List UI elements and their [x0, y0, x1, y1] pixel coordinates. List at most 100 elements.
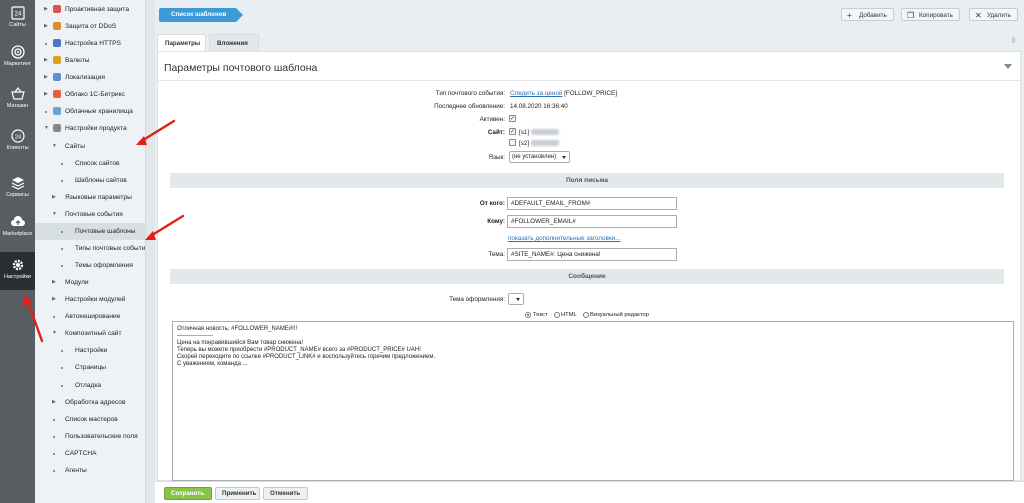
tree-item[interactable]: ▼ Настройки продукта: [35, 120, 146, 137]
tree-item-label: Автокеширование: [65, 313, 121, 321]
mode-text-radio[interactable]: [525, 312, 531, 318]
save-button[interactable]: Сохранить: [164, 487, 212, 500]
tree-item[interactable]: Автокеширование: [35, 308, 146, 325]
tree-item[interactable]: ▶ Локализация: [35, 69, 146, 86]
tree-item-label: Защита от DDoS: [65, 23, 117, 31]
active-label: Активен:: [479, 116, 505, 123]
tree-item[interactable]: ▼ Почтовые события: [35, 206, 146, 223]
bullet-icon: [53, 418, 55, 421]
tree-item[interactable]: Настройки: [35, 342, 146, 359]
expand-right-icon[interactable]: ▶: [52, 394, 56, 411]
tree-item[interactable]: ▶ Проактивная защита: [35, 1, 146, 18]
rail-label: Сайты: [9, 22, 26, 28]
tree-item[interactable]: CAPTCHA: [35, 445, 146, 462]
tree-item[interactable]: Агенты: [35, 462, 146, 479]
globe-icon: [53, 73, 61, 82]
tree-item[interactable]: Типы почтовых событи: [35, 240, 146, 257]
active-checkbox[interactable]: ✓: [509, 115, 516, 122]
tree-item[interactable]: Шаблоны сайтов: [35, 172, 146, 189]
rail-item-marketplace[interactable]: Marketplace: [0, 210, 35, 250]
tree-item[interactable]: ▼ Композитный сайт: [35, 325, 146, 342]
menu-resize-strip[interactable]: [146, 0, 155, 503]
tree-item[interactable]: ▶ Настройки модулей: [35, 291, 146, 308]
expand-down-icon[interactable]: ▼: [52, 325, 57, 342]
subject-input[interactable]: #SITE_NAME#: Цена снижена!: [507, 248, 677, 261]
tree-item-label: Почтовые шаблоны: [75, 227, 136, 235]
tree-item[interactable]: Список мастеров: [35, 411, 146, 428]
collapse-icon[interactable]: [1004, 64, 1012, 69]
tree-item[interactable]: Облачные хранилища: [35, 103, 146, 120]
settings-icon: [53, 124, 61, 133]
layers-icon: [11, 177, 24, 190]
gear-icon: [12, 259, 23, 271]
clients-icon: 24: [10, 129, 25, 143]
expand-right-icon[interactable]: ▶: [52, 291, 56, 308]
svg-text:24: 24: [14, 12, 21, 18]
expand-right-icon[interactable]: ▶: [44, 86, 48, 103]
tree-item[interactable]: Список сайтов: [35, 155, 146, 172]
tree-item[interactable]: ▶ Защита от DDoS: [35, 18, 146, 35]
mode-visual-radio[interactable]: [583, 312, 589, 318]
rail-item-marketing[interactable]: Маркетинг: [0, 42, 35, 82]
expand-down-icon[interactable]: ▼: [44, 120, 49, 137]
event-type-label: Тип почтового события:: [435, 90, 505, 97]
tree-item[interactable]: ▶ Обработка адресов: [35, 394, 146, 411]
copy-button[interactable]: ❐ Копировать: [901, 8, 960, 21]
rail-item-sites[interactable]: 24 Сайты: [0, 0, 35, 40]
body-line: Цена на понравившийся Вам товар снижена!: [177, 340, 304, 346]
rail-item-settings[interactable]: Настройки: [0, 252, 35, 290]
rail-item-shop[interactable]: Магазин: [0, 84, 35, 124]
tree-item-label: Валюты: [65, 57, 90, 65]
delete-button[interactable]: ✕ Удалить: [969, 8, 1019, 21]
tree-item[interactable]: Отладка: [35, 377, 146, 394]
add-button[interactable]: + Добавить: [841, 8, 894, 21]
breadcrumb-templates-list[interactable]: Список шаблонов: [159, 8, 244, 22]
tree-item[interactable]: Пользовательские поля: [35, 428, 146, 445]
mode-html-radio[interactable]: [554, 312, 560, 318]
site-s2-checkbox[interactable]: [509, 139, 516, 146]
from-input[interactable]: #DEFAULT_EMAIL_FROM#: [507, 197, 677, 210]
tree-item-label: Почтовые события: [65, 210, 123, 218]
message-body-editor[interactable]: Отличная новость, #FOLLOWER_NAME#!!! ---…: [172, 321, 1014, 481]
event-type-link[interactable]: Следить за ценой: [510, 90, 562, 97]
cancel-button[interactable]: Отменить: [263, 487, 308, 500]
expand-down-icon[interactable]: ▼: [52, 206, 57, 223]
expand-down-icon[interactable]: ▼: [52, 138, 57, 155]
tree-item[interactable]: ▶ Валюты: [35, 52, 146, 69]
extra-headers-link[interactable]: показать дополнительные заголовки...: [508, 235, 620, 242]
tree-item[interactable]: ▶ Модули: [35, 274, 146, 291]
theme-select[interactable]: [508, 293, 524, 305]
tab-attachments[interactable]: Вложения: [209, 34, 259, 51]
theme-label: Тема оформления:: [449, 296, 505, 303]
tree-item[interactable]: ▼ Сайты: [35, 138, 146, 155]
apply-button[interactable]: Применить: [215, 487, 260, 500]
tree-item[interactable]: Страницы: [35, 359, 146, 376]
expand-right-icon[interactable]: ▶: [52, 189, 56, 206]
bullet-icon: [61, 230, 63, 233]
target-icon: [10, 45, 25, 59]
expand-right-icon[interactable]: ▶: [44, 18, 48, 35]
tree-item[interactable]: ▶ Облако 1С-Битрикс: [35, 86, 146, 103]
site-s1-checkbox[interactable]: ✓: [509, 128, 516, 135]
bullet-icon: [45, 111, 47, 114]
mode-html-label: HTML: [561, 312, 577, 318]
tree-item[interactable]: Почтовые шаблоны: [35, 222, 146, 240]
bullet-icon: [53, 316, 55, 319]
to-input[interactable]: #FOLLOWER_EMAIL#: [507, 215, 677, 228]
tree-item[interactable]: Настройка HTTPS: [35, 35, 146, 52]
tree-item[interactable]: Темы оформления: [35, 257, 146, 274]
tree-item-label: Языковые параметры: [65, 193, 132, 201]
tab-parameters[interactable]: Параметры: [157, 34, 206, 51]
rail-label: Настройки: [4, 274, 31, 280]
rail-item-services[interactable]: Сервисы: [0, 168, 35, 208]
pin-icon[interactable]: ⫴: [1012, 36, 1015, 46]
lang-select[interactable]: (не установлен): [509, 151, 570, 163]
rail-item-clients[interactable]: 24 Клиенты: [0, 126, 35, 166]
tree-item-label: Темы оформления: [75, 262, 133, 270]
cloud-upload-icon: [10, 216, 25, 226]
expand-right-icon[interactable]: ▶: [44, 52, 48, 69]
expand-right-icon[interactable]: ▶: [52, 274, 56, 291]
tree-item[interactable]: ▶ Языковые параметры: [35, 189, 146, 206]
expand-right-icon[interactable]: ▶: [44, 69, 48, 86]
expand-right-icon[interactable]: ▶: [44, 1, 48, 18]
